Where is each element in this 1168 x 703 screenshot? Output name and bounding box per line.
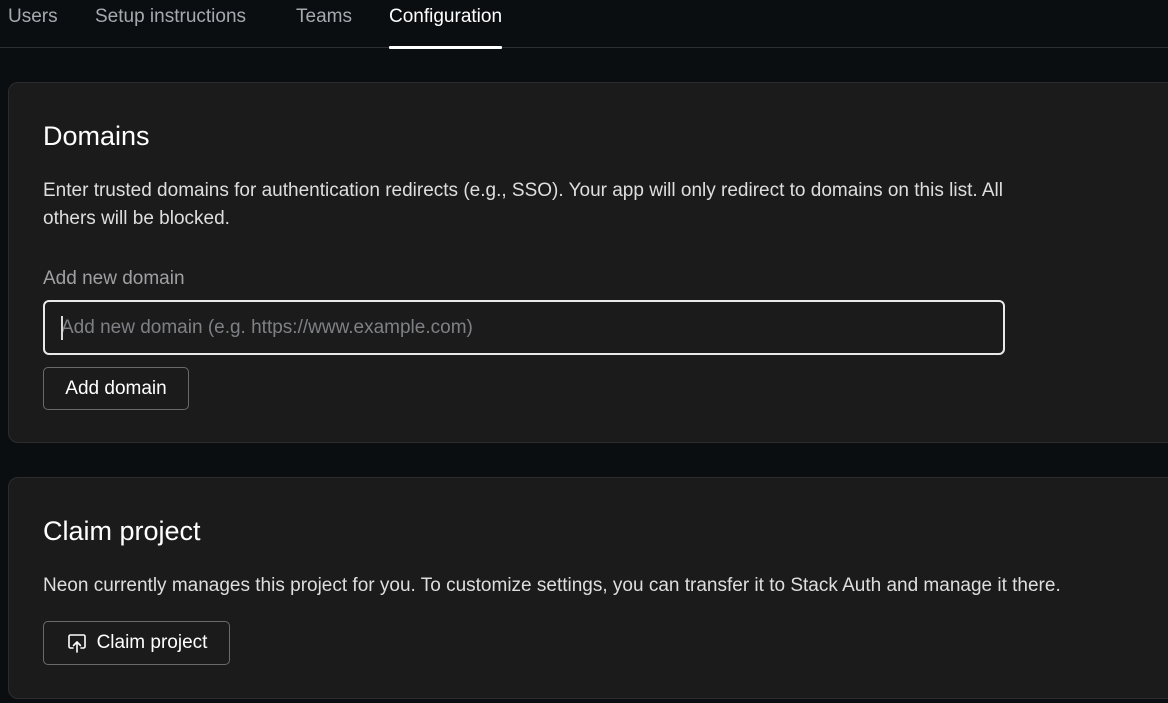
- tab-configuration[interactable]: Configuration: [389, 0, 503, 49]
- claim-project-card: Claim project Neon currently manages thi…: [8, 477, 1168, 699]
- tab-teams[interactable]: Teams: [296, 0, 352, 48]
- claim-project-title: Claim project: [43, 516, 201, 546]
- claim-project-description: Neon currently manages this project for …: [43, 575, 1061, 596]
- tab-setup-instructions[interactable]: Setup instructions: [95, 0, 246, 48]
- text-caret: [61, 316, 63, 340]
- tab-bar: Users Setup instructions Teams Configura…: [0, 0, 1168, 49]
- add-domain-button[interactable]: Add domain: [43, 367, 189, 410]
- domains-description: Enter trusted domains for authentication…: [43, 180, 1003, 229]
- add-domain-label: Add new domain: [43, 268, 185, 289]
- domains-card: Domains Enter trusted domains for authen…: [8, 82, 1168, 443]
- claim-project-button-label: Claim project: [96, 632, 208, 653]
- domain-input[interactable]: [43, 300, 1005, 355]
- claim-project-button[interactable]: Claim project: [43, 621, 230, 665]
- tab-users[interactable]: Users: [8, 0, 58, 48]
- upload-box-icon: [66, 632, 88, 654]
- domains-title: Domains: [43, 121, 150, 151]
